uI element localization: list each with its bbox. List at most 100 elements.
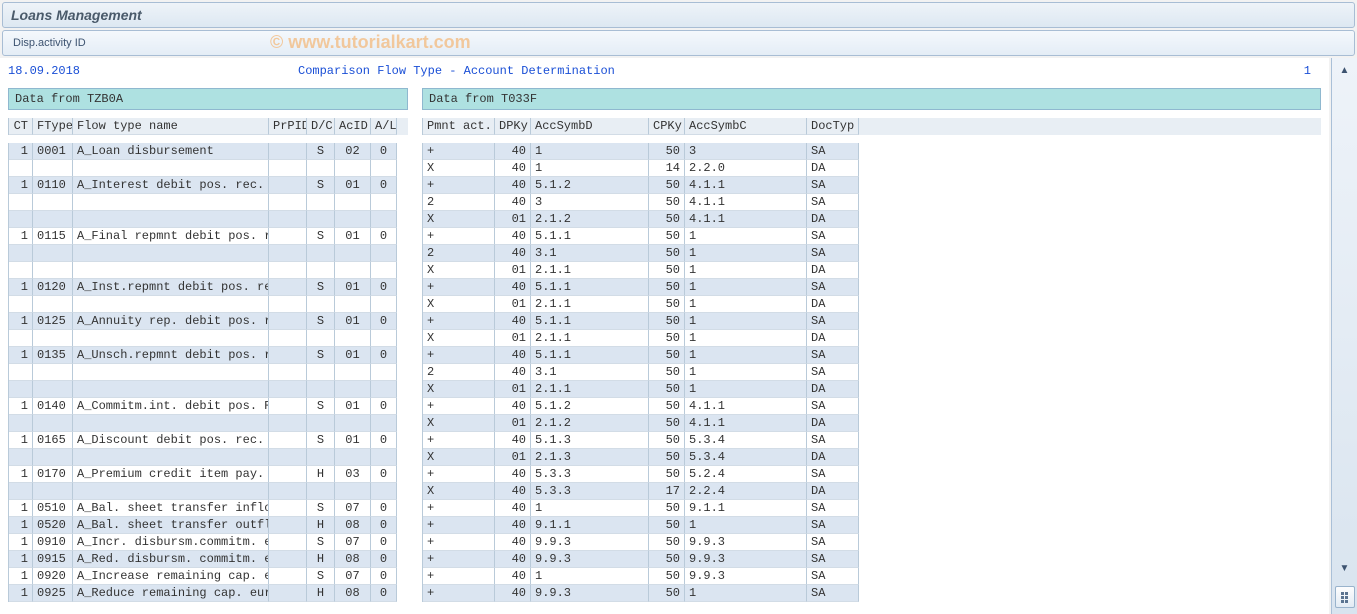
table-row[interactable]: [8, 262, 408, 279]
table-row[interactable]: 10120A_Inst.repmnt debit pos. reS010: [8, 279, 408, 296]
col-doc[interactable]: DocTyp: [807, 118, 859, 135]
scroll-down-arrow-icon[interactable]: ▼: [1337, 560, 1353, 576]
cell-ftype: 0001: [33, 143, 73, 160]
col-al[interactable]: A/L: [371, 118, 397, 135]
cell-al: [371, 415, 397, 432]
table-row[interactable]: [8, 483, 408, 500]
cell-prpid: [269, 381, 307, 398]
table-row[interactable]: +405.1.1501SA: [422, 347, 1321, 364]
table-row[interactable]: 10110A_Interest debit pos. rec.S010: [8, 177, 408, 194]
cell-pmnt: X: [423, 381, 495, 398]
table-row[interactable]: 10165A_Discount debit pos. rec.S010: [8, 432, 408, 449]
col-ct[interactable]: CT: [9, 118, 33, 135]
table-row[interactable]: +409.1.1501SA: [422, 517, 1321, 534]
table-row[interactable]: +405.1.3505.3.4SA: [422, 432, 1321, 449]
col-cpky[interactable]: CPKy: [649, 118, 685, 135]
table-row[interactable]: +405.1.1501SA: [422, 313, 1321, 330]
table-row[interactable]: X012.1.1501DA: [422, 262, 1321, 279]
cell-pmnt: +: [423, 551, 495, 568]
col-prpid[interactable]: PrPID: [269, 118, 307, 135]
cell-dpky: 40: [495, 279, 531, 296]
table-row[interactable]: [8, 330, 408, 347]
cell-al: 0: [371, 347, 397, 364]
cell-dpky: 40: [495, 228, 531, 245]
cell-pmnt: X: [423, 262, 495, 279]
table-row[interactable]: 10510A_Bal. sheet transfer infloS070: [8, 500, 408, 517]
table-row[interactable]: [8, 160, 408, 177]
table-row[interactable]: +405.1.1501SA: [422, 279, 1321, 296]
table-row[interactable]: 10925A_Reduce remaining cap. eurH080: [8, 585, 408, 602]
table-row[interactable]: X012.1.3505.3.4DA: [422, 449, 1321, 466]
table-row[interactable]: X012.1.1501DA: [422, 381, 1321, 398]
cell-acid: 08: [335, 517, 371, 534]
table-row[interactable]: 10135A_Unsch.repmnt debit pos. rS010: [8, 347, 408, 364]
table-row[interactable]: X401142.2.0DA: [422, 160, 1321, 177]
toolbar-label[interactable]: Disp.activity ID: [13, 37, 86, 49]
table-row[interactable]: +409.9.3509.9.3SA: [422, 551, 1321, 568]
cell-asymd: 5.1.1: [531, 313, 649, 330]
scroll-up-arrow-icon[interactable]: ▲: [1337, 62, 1353, 78]
table-row[interactable]: X012.1.1501DA: [422, 330, 1321, 347]
cell-asymd: 1: [531, 160, 649, 177]
cell-dpky: 40: [495, 534, 531, 551]
table-row[interactable]: +405.3.3505.2.4SA: [422, 466, 1321, 483]
table-row[interactable]: +409.9.3509.9.3SA: [422, 534, 1321, 551]
col-asymc[interactable]: AccSymbC: [685, 118, 807, 135]
table-row[interactable]: +401509.1.1SA: [422, 500, 1321, 517]
table-row[interactable]: X012.1.1501DA: [422, 296, 1321, 313]
right-column-headers: Pmnt act. DPKy AccSymbD CPKy AccSymbC Do…: [422, 118, 1321, 135]
table-row[interactable]: +409.9.3501SA: [422, 585, 1321, 602]
cell-dc: [307, 262, 335, 279]
col-acid[interactable]: AcID: [335, 118, 371, 135]
cell-dc: [307, 449, 335, 466]
table-row[interactable]: 10920A_Increase remaining cap. eS070: [8, 568, 408, 585]
col-dc[interactable]: D/C: [307, 118, 335, 135]
cell-name: [73, 245, 269, 262]
cell-ftype: [33, 296, 73, 313]
cell-name: [73, 364, 269, 381]
cell-al: [371, 296, 397, 313]
table-row[interactable]: 10520A_Bal. sheet transfer outflH080: [8, 517, 408, 534]
table-row[interactable]: 2403.1501SA: [422, 245, 1321, 262]
cell-pmnt: X: [423, 330, 495, 347]
cell-ct: [9, 415, 33, 432]
table-row[interactable]: 10910A_Incr. disbursm.commitm. eS070: [8, 534, 408, 551]
table-row[interactable]: 10915A_Red. disbursm. commitm. eH080: [8, 551, 408, 568]
table-row[interactable]: +401509.9.3SA: [422, 568, 1321, 585]
cell-ct: 1: [9, 177, 33, 194]
table-row[interactable]: +401503SA: [422, 143, 1321, 160]
col-dpky[interactable]: DPKy: [495, 118, 531, 135]
table-row[interactable]: +405.1.2504.1.1SA: [422, 177, 1321, 194]
table-row[interactable]: [8, 296, 408, 313]
table-row[interactable]: [8, 415, 408, 432]
report-viewport[interactable]: 18.09.2018 Comparison Flow Type - Accoun…: [0, 58, 1329, 614]
table-row[interactable]: [8, 364, 408, 381]
table-row[interactable]: [8, 449, 408, 466]
vertical-scrollbar[interactable]: ▲ ▼: [1331, 58, 1357, 614]
table-row[interactable]: 10170A_Premium credit item pay.H030: [8, 466, 408, 483]
cell-pmnt: +: [423, 466, 495, 483]
table-row[interactable]: 10125A_Annuity rep. debit pos. rS010: [8, 313, 408, 330]
table-row[interactable]: X012.1.2504.1.1DA: [422, 415, 1321, 432]
side-panel-toggle-icon[interactable]: [1335, 586, 1355, 608]
col-pmnt[interactable]: Pmnt act.: [423, 118, 495, 135]
table-row[interactable]: [8, 211, 408, 228]
table-row[interactable]: [8, 381, 408, 398]
table-row[interactable]: X405.3.3172.2.4DA: [422, 483, 1321, 500]
table-row[interactable]: +405.1.2504.1.1SA: [422, 398, 1321, 415]
table-row[interactable]: 2403.1501SA: [422, 364, 1321, 381]
table-row[interactable]: [8, 245, 408, 262]
table-row[interactable]: [8, 194, 408, 211]
table-row[interactable]: +405.1.1501SA: [422, 228, 1321, 245]
table-row[interactable]: 10115A_Final repmnt debit pos. rS010: [8, 228, 408, 245]
cell-dpky: 01: [495, 381, 531, 398]
tables-row: Data from TZB0A CT FType Flow type name …: [8, 88, 1321, 602]
col-ftype[interactable]: FType: [33, 118, 73, 135]
col-name[interactable]: Flow type name: [73, 118, 269, 135]
table-row[interactable]: 2403504.1.1SA: [422, 194, 1321, 211]
table-row[interactable]: X012.1.2504.1.1DA: [422, 211, 1321, 228]
table-row[interactable]: 10140A_Commitm.int. debit pos. RS010: [8, 398, 408, 415]
col-asymd[interactable]: AccSymbD: [531, 118, 649, 135]
cell-name: A_Increase remaining cap. e: [73, 568, 269, 585]
table-row[interactable]: 10001A_Loan disbursementS020: [8, 143, 408, 160]
